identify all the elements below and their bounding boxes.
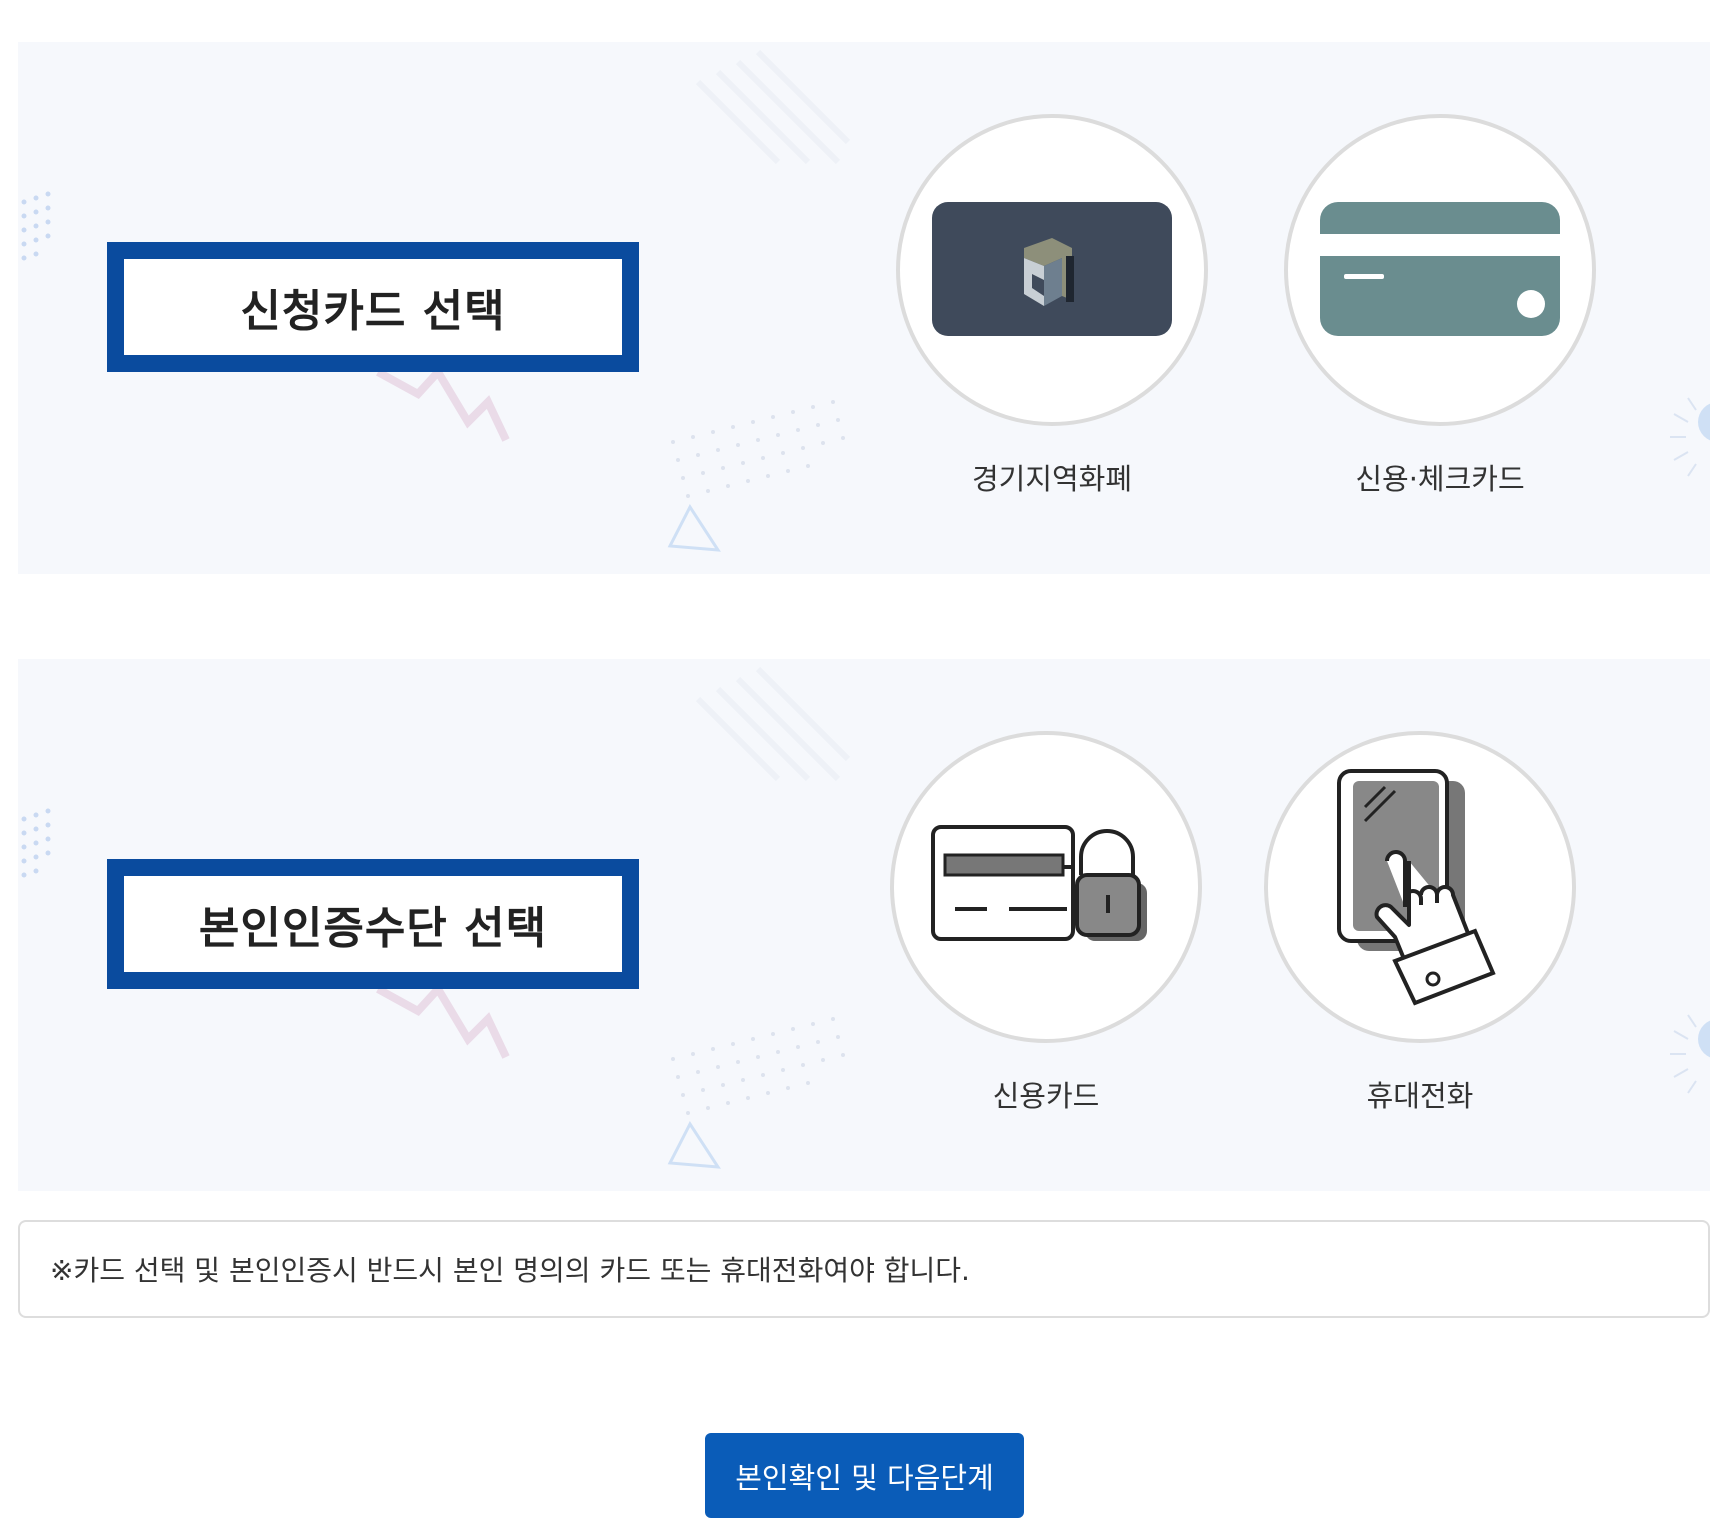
phone-touch-icon xyxy=(1337,769,1496,1006)
local-currency-card-icon xyxy=(932,202,1172,336)
credit-check-card-icon xyxy=(1320,202,1560,336)
notice-box: ※카드 선택 및 본인인증시 반드시 본인 명의의 카드 또는 휴대전화여야 합… xyxy=(18,1220,1710,1318)
option-credit-check-card[interactable]: 신용·체크카드 xyxy=(1280,114,1600,498)
option-mobile-phone-auth[interactable]: 휴대전화 xyxy=(1260,731,1580,1115)
card-section-title: 신청카드 선택 xyxy=(107,242,639,372)
option-credit-card-auth[interactable]: 신용카드 xyxy=(886,731,1206,1115)
card-lock-icon xyxy=(931,825,1147,941)
option-circle[interactable] xyxy=(896,114,1208,426)
option-label: 휴대전화 xyxy=(1366,1079,1474,1113)
option-local-currency[interactable]: 경기지역화폐 xyxy=(892,114,1212,498)
option-circle[interactable] xyxy=(1284,114,1596,426)
card-select-panel: 신청카드 선택 경기지역화폐 신용·체크카드 xyxy=(18,42,1710,574)
notice-text: ※카드 선택 및 본인인증시 반드시 본인 명의의 카드 또는 휴대전화여야 합… xyxy=(50,1254,970,1287)
auth-method-panel: 본인인증수단 선택 신용카드 휴대전화 xyxy=(18,659,1710,1191)
option-circle[interactable] xyxy=(1264,731,1576,1043)
option-circle[interactable] xyxy=(890,731,1202,1043)
option-label: 신용카드 xyxy=(992,1079,1100,1113)
option-label: 신용·체크카드 xyxy=(1355,462,1525,496)
option-label: 경기지역화폐 xyxy=(971,462,1133,496)
verify-next-step-button[interactable]: 본인확인 및 다음단계 xyxy=(705,1433,1024,1518)
auth-section-title: 본인인증수단 선택 xyxy=(107,859,639,989)
